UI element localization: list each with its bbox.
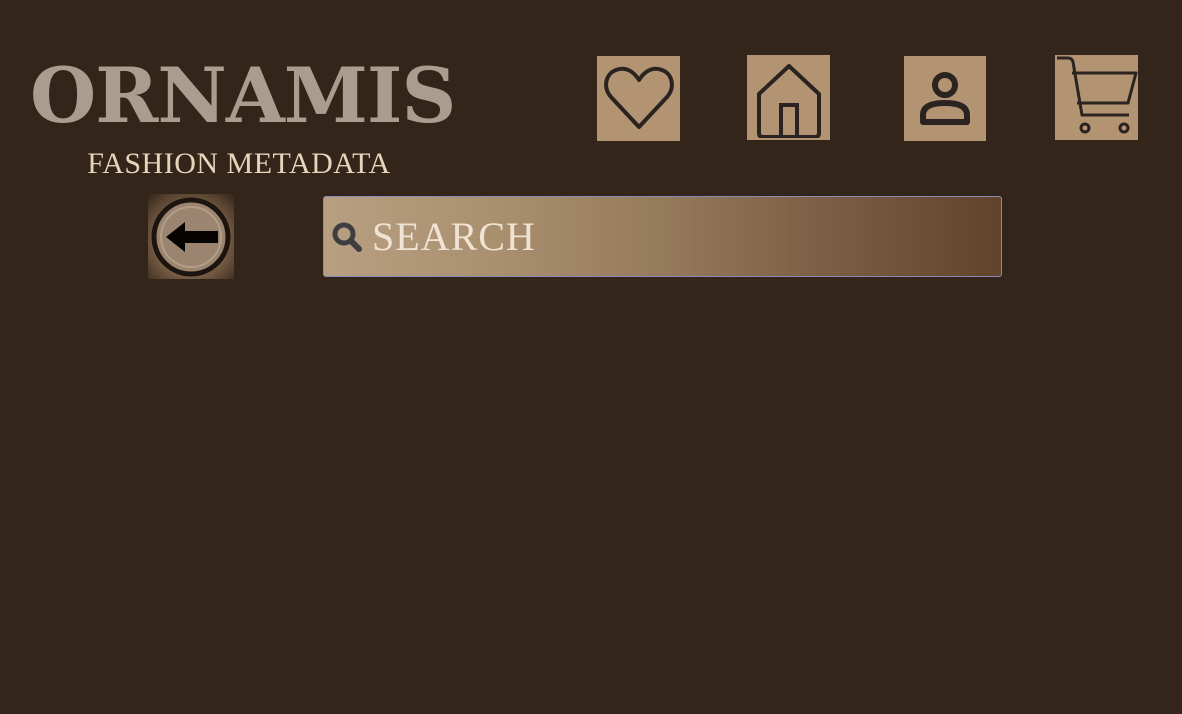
brand-name: ORNAMIS [30,51,456,140]
heart-icon [603,66,674,129]
brand-tagline: FASHION METADATA [87,147,391,180]
home-button[interactable] [747,55,830,140]
search-input[interactable] [372,206,1001,267]
profile-button[interactable] [904,56,986,141]
cart-button[interactable] [1055,55,1138,140]
arrow-left-icon [151,197,231,277]
brand-logo: ORNAMIS FASHION METADATA [30,48,456,184]
search-icon [330,220,364,254]
search-bar[interactable] [323,196,1002,277]
cart-icon [1057,56,1138,134]
back-button[interactable] [148,194,234,279]
user-icon [920,71,970,125]
favorites-button[interactable] [597,56,680,141]
home-icon [756,63,821,138]
